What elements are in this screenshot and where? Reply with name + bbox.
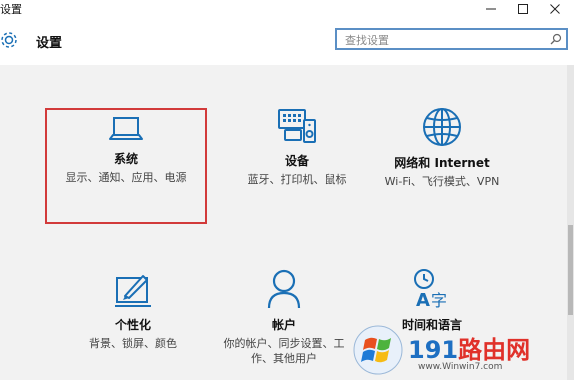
time-language-icon: A 字 — [414, 269, 447, 310]
gear-icon — [1, 32, 17, 48]
tile-devices[interactable]: 设备 蓝牙、打印机、鼠标 — [216, 106, 378, 187]
page-title: 设置 — [36, 36, 63, 51]
tile-network-desc: Wi-Fi、飞行模式、VPN — [384, 175, 500, 188]
settings-header: 设置 — [0, 17, 574, 65]
minimize-icon — [486, 8, 496, 9]
tile-accounts-label: 帐户 — [271, 318, 296, 332]
tile-devices-label: 设备 — [284, 154, 309, 168]
watermark-text: 191路由网 — [408, 336, 531, 364]
windows-logo-icon — [353, 325, 403, 375]
personalize-icon — [115, 275, 151, 307]
tile-accounts[interactable]: 帐户 你的帐户、同步设置、工作、其他用户 — [203, 268, 365, 366]
scrollbar[interactable] — [567, 65, 574, 380]
tile-accounts-desc: 你的帐户、同步设置、工作、其他用户 — [223, 337, 345, 365]
svg-text:字: 字 — [431, 291, 447, 310]
search-icon[interactable] — [550, 33, 562, 45]
svg-text:A: A — [416, 290, 430, 310]
close-icon — [550, 3, 560, 14]
title-bar: 设置 — [0, 0, 574, 17]
window-title: 设置 — [0, 3, 22, 16]
tile-personalization-label: 个性化 — [114, 318, 151, 332]
watermark: 191路由网 www.Winwin7.com — [350, 322, 568, 378]
devices-icon — [278, 109, 316, 143]
minimize-button[interactable] — [476, 0, 506, 17]
watermark-label: 路由网 — [458, 336, 531, 364]
watermark-url: www.Winwin7.com — [418, 362, 503, 372]
close-button[interactable] — [540, 0, 570, 17]
tile-network[interactable]: 网络和 Internet Wi-Fi、飞行模式、VPN — [361, 106, 523, 189]
maximize-button[interactable] — [508, 0, 538, 17]
tile-personalization-desc: 背景、锁屏、颜色 — [89, 337, 177, 350]
scrollbar-thumb[interactable] — [568, 225, 573, 315]
search-input[interactable] — [343, 32, 547, 48]
maximize-icon — [518, 3, 528, 14]
person-icon — [267, 269, 301, 309]
tile-network-label: 网络和 Internet — [394, 156, 490, 170]
tile-devices-desc: 蓝牙、打印机、鼠标 — [247, 173, 347, 186]
search-box[interactable] — [335, 28, 568, 50]
tile-personalization[interactable]: 个性化 背景、锁屏、颜色 — [52, 270, 214, 351]
globe-icon — [423, 108, 461, 146]
highlight-box — [45, 108, 207, 224]
